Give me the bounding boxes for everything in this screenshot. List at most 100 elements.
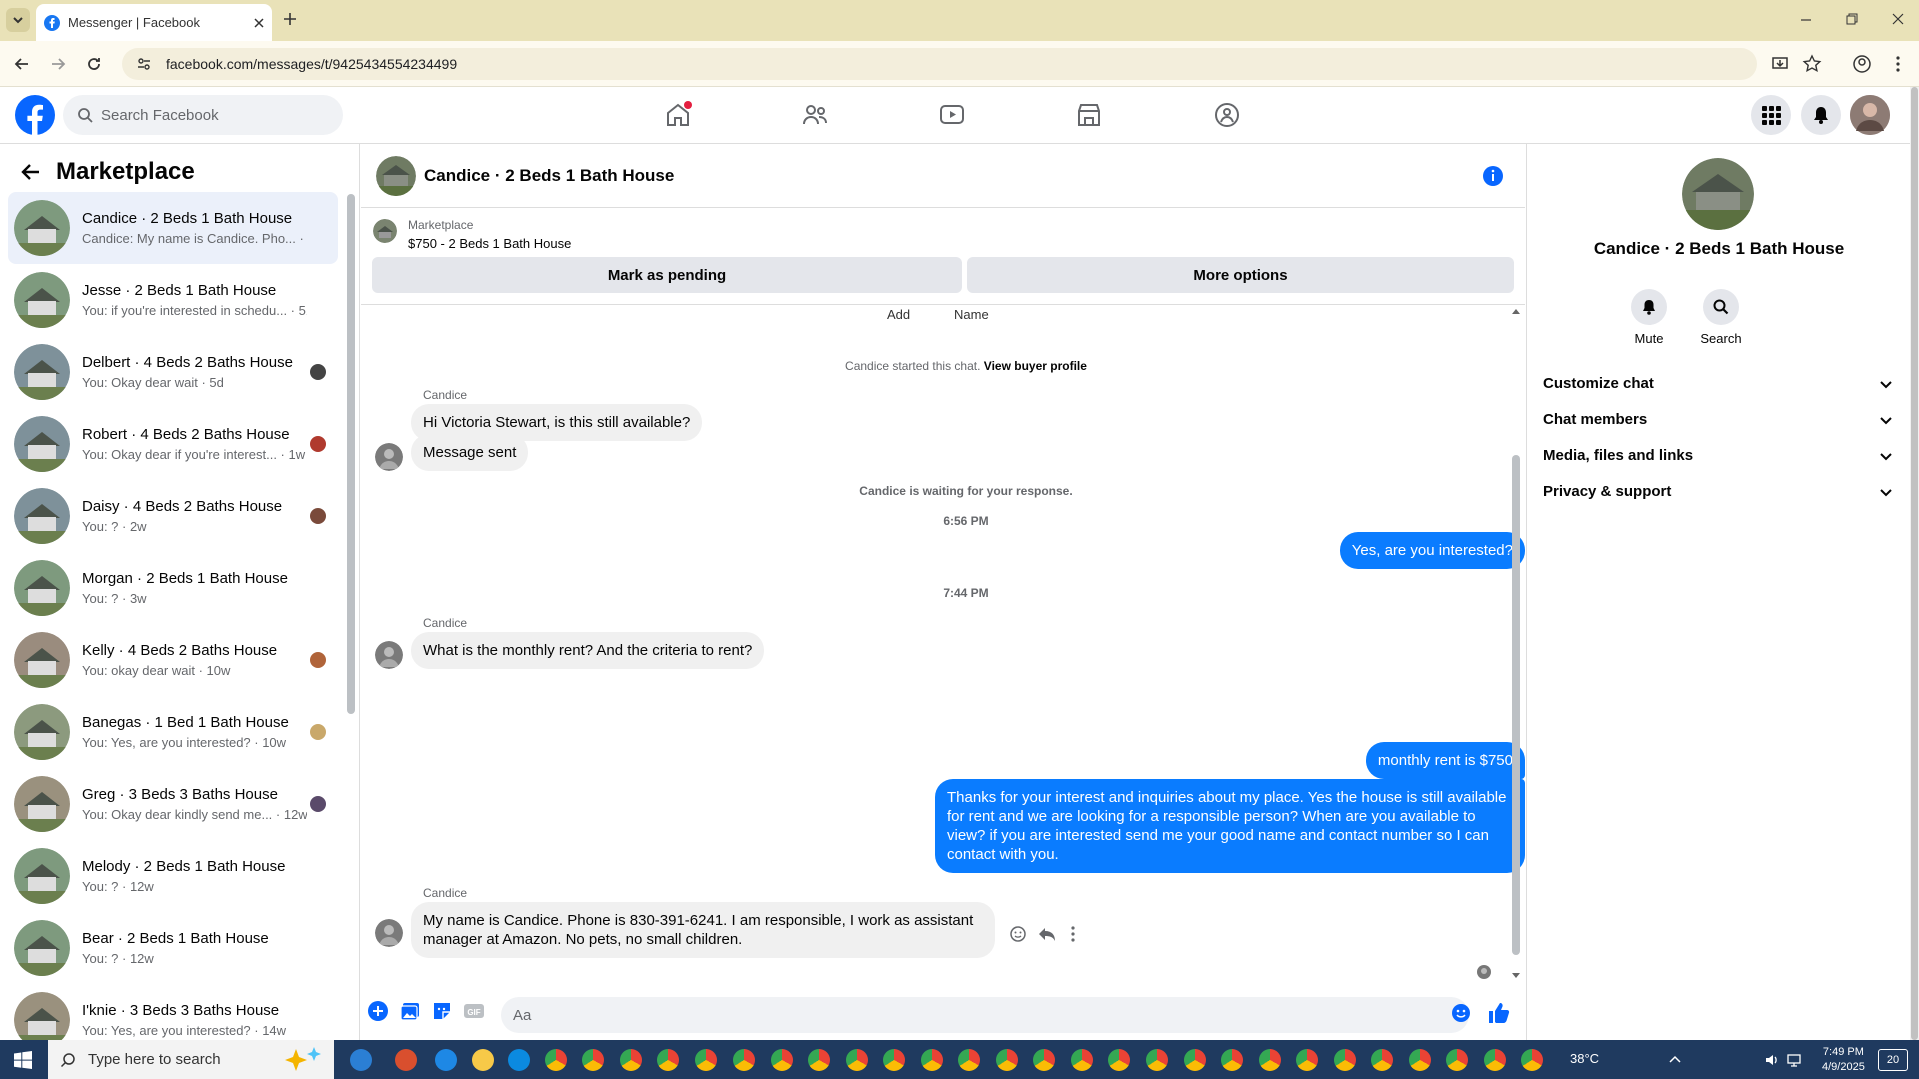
chrome-window-icon[interactable] [1521, 1049, 1543, 1071]
taskbar-app-icon[interactable] [508, 1049, 530, 1071]
chat-title[interactable]: Candice · 2 Beds 1 Bath House [424, 166, 674, 186]
facebook-logo-icon[interactable] [15, 95, 55, 135]
view-buyer-profile-link[interactable]: View buyer profile [984, 359, 1087, 373]
chrome-window-icon[interactable] [733, 1049, 755, 1071]
sidebar-scrollbar[interactable] [347, 194, 355, 714]
message-scrollbar[interactable] [1512, 455, 1520, 955]
browser-menu-icon[interactable] [1888, 54, 1908, 74]
chrome-window-icon[interactable] [1371, 1049, 1393, 1071]
add-label[interactable]: Add [887, 307, 910, 322]
conversation-item[interactable]: Delbert · 4 Beds 2 Baths House You: Okay … [8, 336, 338, 408]
name-label[interactable]: Name [954, 307, 989, 322]
thumbs-up-icon[interactable] [1487, 1001, 1511, 1025]
chrome-window-icon[interactable] [958, 1049, 980, 1071]
message-bubble-outgoing[interactable]: Thanks for your interest and inquiries a… [935, 779, 1525, 873]
marketplace-icon[interactable] [1075, 101, 1103, 129]
conversation-item[interactable]: Kelly · 4 Beds 2 Baths House You: okay de… [8, 624, 338, 696]
page-scrollbar[interactable] [1910, 87, 1919, 1040]
chrome-window-icon[interactable] [883, 1049, 905, 1071]
chrome-window-icon[interactable] [1446, 1049, 1468, 1071]
chrome-window-icon[interactable] [921, 1049, 943, 1071]
windows-start-icon[interactable] [14, 1051, 32, 1069]
chrome-window-icon[interactable] [1296, 1049, 1318, 1071]
chrome-window-icon[interactable] [1146, 1049, 1168, 1071]
chat-members-section[interactable]: Chat members [1543, 411, 1893, 428]
reload-icon[interactable] [84, 54, 104, 74]
search-in-chat-button[interactable]: Search [1691, 289, 1751, 346]
minimize-icon[interactable] [1798, 11, 1814, 27]
chrome-window-icon[interactable] [1259, 1049, 1281, 1071]
chrome-window-icon[interactable] [1184, 1049, 1206, 1071]
back-icon[interactable] [12, 54, 32, 74]
emoji-icon[interactable] [1451, 1003, 1471, 1023]
sticker-icon[interactable] [431, 1000, 453, 1022]
groups-icon[interactable] [1213, 101, 1241, 129]
reply-icon[interactable] [1037, 925, 1057, 943]
chrome-window-icon[interactable] [657, 1049, 679, 1071]
chrome-window-icon[interactable] [771, 1049, 793, 1071]
conversation-item[interactable]: Robert · 4 Beds 2 Baths House You: Okay d… [8, 408, 338, 480]
page-scroll-thumb[interactable] [1911, 87, 1918, 1040]
chrome-window-icon[interactable] [1033, 1049, 1055, 1071]
conversation-item[interactable]: Banegas · 1 Bed 1 Bath House You: Yes, ar… [8, 696, 338, 768]
conversation-item[interactable]: I'knie · 3 Beds 3 Baths House You: Yes, a… [8, 984, 338, 1040]
chrome-window-icon[interactable] [1221, 1049, 1243, 1071]
back-arrow-icon[interactable] [20, 161, 42, 183]
message-bubble-incoming[interactable]: Message sent [411, 434, 529, 471]
mark-as-pending-button[interactable]: Mark as pending [372, 257, 962, 293]
notification-badge[interactable]: 20 [1878, 1049, 1908, 1071]
chrome-window-icon[interactable] [1409, 1049, 1431, 1071]
sender-avatar[interactable] [375, 641, 403, 669]
browser-tab-messenger[interactable]: Messenger | Facebook [36, 4, 272, 41]
taskbar-app-icon[interactable] [472, 1049, 494, 1071]
chrome-window-icon[interactable] [1108, 1049, 1130, 1071]
message-input[interactable]: Aa [501, 997, 1469, 1033]
taskbar-app-icon[interactable] [350, 1049, 372, 1071]
message-bubble-outgoing[interactable]: Yes, are you interested? [1339, 532, 1525, 569]
more-options-button[interactable]: More options [967, 257, 1514, 293]
account-avatar[interactable] [1850, 95, 1890, 135]
menu-button[interactable] [1751, 95, 1791, 135]
more-actions-icon[interactable] [1067, 925, 1079, 943]
customize-chat-section[interactable]: Customize chat [1543, 375, 1893, 392]
gif-icon[interactable]: GIF [463, 1000, 485, 1022]
site-settings-icon[interactable] [136, 56, 152, 72]
profile-icon[interactable] [1852, 54, 1872, 74]
restore-icon[interactable] [1844, 11, 1860, 27]
taskbar-app-icon[interactable] [395, 1049, 417, 1071]
close-tab-icon[interactable] [254, 17, 264, 28]
notifications-button[interactable] [1801, 95, 1841, 135]
bookmark-star-icon[interactable] [1802, 54, 1822, 74]
attach-photo-icon[interactable] [399, 1000, 421, 1022]
weather-temperature[interactable]: 38°C [1570, 1051, 1599, 1066]
conversation-item[interactable]: Morgan · 2 Beds 1 Bath House You: ? · 3w [8, 552, 338, 624]
sender-avatar[interactable] [375, 443, 403, 471]
friends-icon[interactable] [801, 101, 829, 129]
new-tab-icon[interactable] [282, 11, 298, 27]
react-emoji-icon[interactable] [1009, 925, 1027, 943]
tab-list-button[interactable] [6, 8, 30, 32]
conversation-item[interactable]: Melody · 2 Beds 1 Bath House You: ? · 12w [8, 840, 338, 912]
conversation-item[interactable]: Candice · 2 Beds 1 Bath House Candice: My… [8, 192, 338, 264]
media-files-links-section[interactable]: Media, files and links [1543, 447, 1893, 464]
video-icon[interactable] [938, 101, 966, 129]
message-bubble-incoming[interactable]: My name is Candice. Phone is 830-391-624… [411, 902, 995, 958]
chat-avatar[interactable] [376, 156, 416, 196]
listing-title[interactable]: $750 - 2 Beds 1 Bath House [408, 236, 571, 251]
chrome-window-icon[interactable] [620, 1049, 642, 1071]
mute-button[interactable]: Mute [1619, 289, 1679, 346]
chrome-window-icon[interactable] [582, 1049, 604, 1071]
conversation-item[interactable]: Bear · 2 Beds 1 Bath House You: ? · 12w [8, 912, 338, 984]
forward-icon[interactable] [48, 54, 68, 74]
chevron-up-icon[interactable] [1668, 1053, 1682, 1067]
conversation-item[interactable]: Daisy · 4 Beds 2 Baths House You: ? · 2w [8, 480, 338, 552]
home-icon[interactable] [664, 101, 692, 129]
conversation-item[interactable]: Greg · 3 Beds 3 Baths House You: Okay dea… [8, 768, 338, 840]
close-window-icon[interactable] [1890, 11, 1906, 27]
chrome-window-icon[interactable] [1484, 1049, 1506, 1071]
listing-thumbnail[interactable] [373, 219, 397, 243]
taskbar-search-input[interactable]: Type here to search [48, 1040, 334, 1079]
contact-avatar[interactable] [1682, 158, 1754, 230]
message-bubble-incoming[interactable]: What is the monthly rent? And the criter… [411, 632, 765, 669]
plus-circle-icon[interactable] [367, 1000, 389, 1022]
